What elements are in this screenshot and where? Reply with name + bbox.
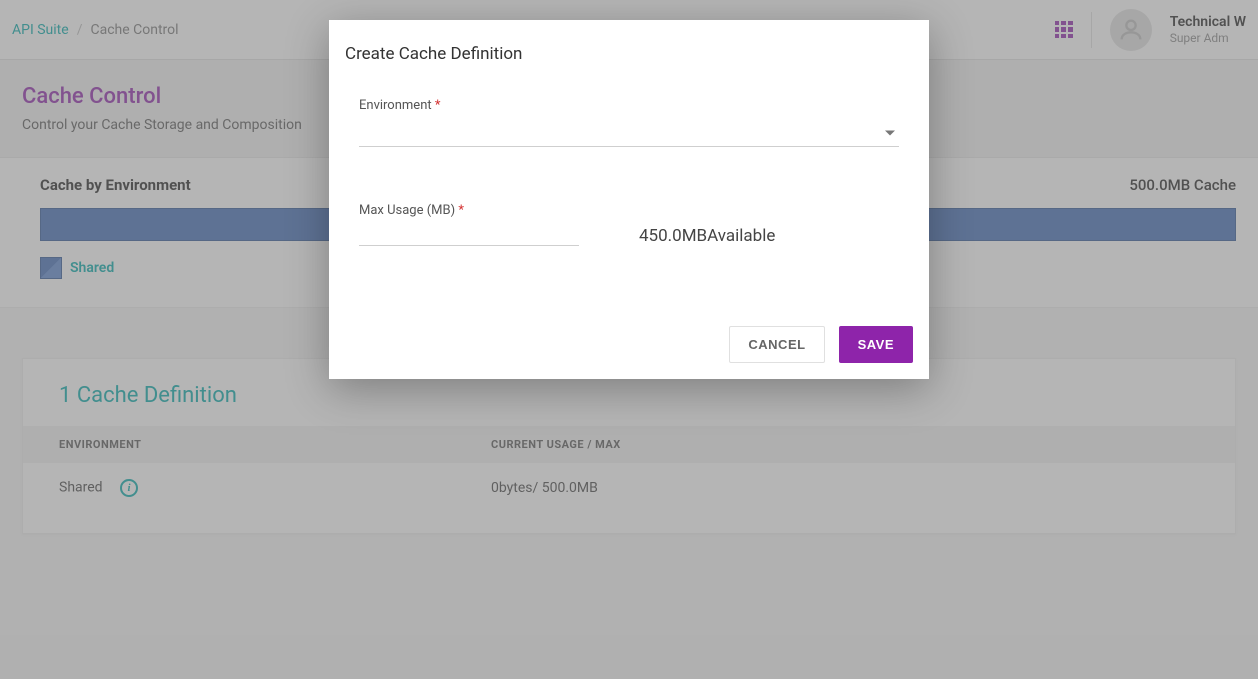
modal-title: Create Cache Definition bbox=[345, 44, 913, 64]
max-usage-field-label: Max Usage (MB) * bbox=[359, 203, 579, 218]
max-usage-input[interactable] bbox=[359, 224, 579, 246]
chevron-down-icon bbox=[885, 130, 895, 135]
environment-field-label: Environment * bbox=[359, 98, 899, 113]
available-label: 450.0MBAvailable bbox=[639, 226, 775, 246]
environment-select[interactable] bbox=[359, 119, 899, 147]
create-cache-definition-modal: Create Cache Definition Environment * Ma… bbox=[329, 20, 929, 379]
save-button[interactable]: SAVE bbox=[839, 326, 913, 363]
modal-overlay: Create Cache Definition Environment * Ma… bbox=[0, 0, 1258, 679]
cancel-button[interactable]: CANCEL bbox=[729, 326, 824, 363]
